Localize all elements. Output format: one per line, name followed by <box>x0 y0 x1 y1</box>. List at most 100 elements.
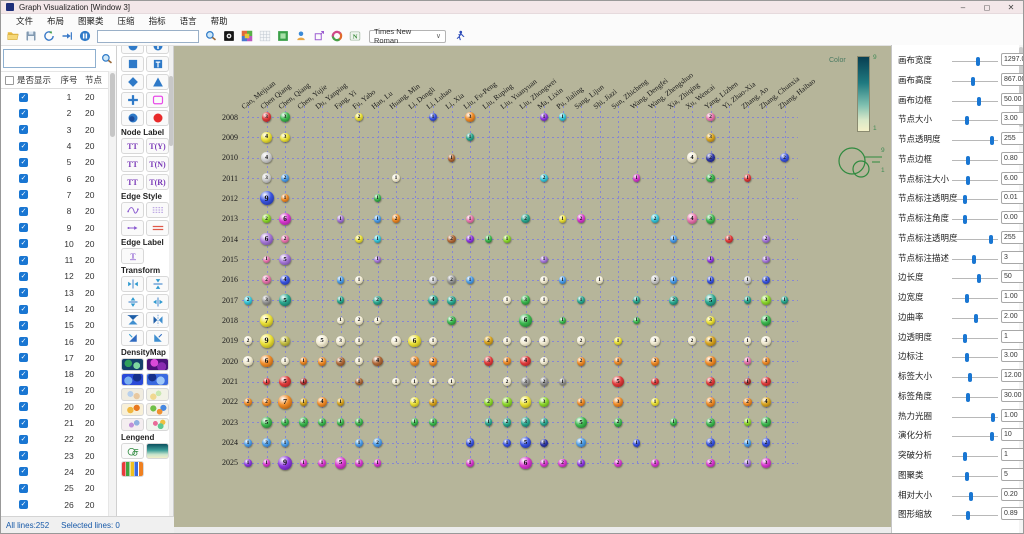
node-ball[interactable]: 4 <box>427 294 439 306</box>
node-ball[interactable]: 2 <box>539 173 549 183</box>
transform-button-5[interactable] <box>146 312 169 328</box>
row-checkbox[interactable]: ✓ <box>19 451 28 461</box>
slider-track[interactable] <box>952 57 998 66</box>
node-ball[interactable]: 1 <box>299 459 308 467</box>
node-ball[interactable]: 1 <box>669 235 678 244</box>
palette-scrollbar-thumb[interactable] <box>169 76 173 146</box>
node-ball[interactable]: 1 <box>336 316 345 325</box>
slider-thumb[interactable] <box>971 254 976 264</box>
density-map-swatch-6[interactable] <box>121 403 144 416</box>
node-ball[interactable]: 1 <box>503 235 511 244</box>
slider-track[interactable] <box>952 333 998 343</box>
node-ball[interactable]: 2 <box>373 295 382 305</box>
node-ball[interactable]: 3 <box>502 397 512 407</box>
node-ball[interactable]: 6 <box>408 334 421 348</box>
table-row[interactable]: ✓ 25 20 <box>1 480 109 496</box>
slider-value[interactable]: 12.00 <box>1001 369 1023 382</box>
slider-thumb[interactable] <box>964 471 969 481</box>
density-map-swatch-8[interactable] <box>121 418 144 431</box>
node-ball[interactable]: 3 <box>761 458 771 468</box>
row-checkbox[interactable]: ✓ <box>19 369 28 379</box>
row-checkbox[interactable]: ✓ <box>19 255 28 265</box>
node-ball[interactable]: 2 <box>521 214 530 224</box>
node-ball[interactable]: 3 <box>761 417 771 428</box>
menu-item-layout[interactable]: 布局 <box>40 15 71 27</box>
density-map-swatch-5[interactable] <box>146 388 169 401</box>
node-ball[interactable]: 1 <box>503 438 511 447</box>
node-ball[interactable]: 1 <box>447 153 456 162</box>
node-ball[interactable]: 3 <box>261 173 272 183</box>
node-ball[interactable]: 4 <box>520 335 531 347</box>
node-ball[interactable]: 1 <box>429 377 437 386</box>
node-ball[interactable]: 1 <box>336 214 345 223</box>
node-shapes-button-6[interactable] <box>121 92 144 108</box>
node-ball[interactable]: 1 <box>577 296 585 305</box>
node-ball[interactable]: 1 <box>484 235 493 244</box>
row-checkbox[interactable]: ✓ <box>19 288 28 298</box>
table-row[interactable]: ✓ 11 20 <box>1 252 109 268</box>
node-ball[interactable]: 2 <box>354 316 364 325</box>
node-ball[interactable]: 1 <box>632 438 641 447</box>
node-ball[interactable]: 1 <box>706 255 715 264</box>
menu-item-compress[interactable]: 压缩 <box>111 15 142 27</box>
node-ball[interactable]: 5 <box>612 375 624 388</box>
node-ball[interactable]: 6 <box>260 355 273 368</box>
node-ball[interactable]: 2 <box>706 173 715 183</box>
node-ball[interactable]: 1 <box>262 377 271 386</box>
toolbar-search-input[interactable] <box>97 29 199 43</box>
node-ball[interactable]: 3 <box>391 336 401 346</box>
node-ball[interactable]: 3 <box>280 112 290 122</box>
node-ball[interactable]: 2 <box>317 356 327 366</box>
node-ball[interactable]: 1 <box>743 418 752 427</box>
transform-button-4[interactable] <box>121 312 144 328</box>
table-row[interactable]: ✓ 9 20 <box>1 219 109 235</box>
node-ball[interactable]: 1 <box>318 418 326 427</box>
node-ball[interactable]: 1 <box>540 438 548 447</box>
node-ball[interactable]: 1 <box>632 296 641 305</box>
node-ball[interactable]: 2 <box>706 112 715 122</box>
node-ball[interactable]: 1 <box>262 459 271 467</box>
node-ball[interactable]: 1 <box>651 377 659 386</box>
node-ball[interactable]: 2 <box>465 438 475 447</box>
slider-thumb[interactable] <box>965 511 970 521</box>
slider-value[interactable]: 0.20 <box>1001 487 1023 501</box>
slider-thumb[interactable] <box>967 373 972 382</box>
node-ball[interactable]: 1 <box>484 418 493 427</box>
row-checkbox[interactable]: ✓ <box>19 467 28 477</box>
node-ball[interactable]: 2 <box>243 295 253 305</box>
slider-track[interactable] <box>952 195 998 205</box>
row-checkbox[interactable]: ✓ <box>19 304 28 314</box>
node-ball[interactable]: 3 <box>613 397 623 407</box>
table-row[interactable]: ✓ 7 20 <box>1 187 109 203</box>
graph-canvas[interactable]: Color 9 1 9 1 2008 2009 2010 2011 2012 2013 20… <box>174 46 891 529</box>
slider-thumb[interactable] <box>977 274 982 284</box>
node-ball[interactable]: 1 <box>558 113 567 121</box>
slider-value[interactable]: 3 <box>1001 250 1023 264</box>
node-ball[interactable]: 5 <box>334 457 347 469</box>
slider-track[interactable] <box>952 412 998 422</box>
node-ball[interactable]: 2 <box>706 458 715 468</box>
node-ball[interactable]: 2 <box>576 336 586 346</box>
node-shapes-button-8[interactable] <box>121 110 144 126</box>
node-ball[interactable]: 4 <box>372 355 383 367</box>
node-ball[interactable]: 2 <box>613 458 623 468</box>
node-ball[interactable]: 1 <box>743 438 752 447</box>
slider-thumb[interactable] <box>966 175 971 185</box>
slider-thumb[interactable] <box>973 313 978 323</box>
node-ball[interactable]: 5 <box>279 375 291 388</box>
node-shapes-button-2[interactable] <box>121 56 144 72</box>
node-ball[interactable]: 5 <box>519 436 532 449</box>
slider-track[interactable] <box>952 392 998 402</box>
canvas-color-button[interactable] <box>274 28 292 44</box>
row-checkbox[interactable]: ✓ <box>19 320 28 330</box>
node-ball[interactable]: 2 <box>502 377 512 386</box>
table-row[interactable]: ✓ 8 20 <box>1 203 109 219</box>
node-ball[interactable]: 4 <box>261 152 272 163</box>
fit-transform-button[interactable] <box>310 28 328 44</box>
slider-value[interactable]: 1297.00 <box>1001 53 1023 66</box>
node-shapes-button-7[interactable] <box>146 92 169 108</box>
refresh-button[interactable] <box>40 28 58 44</box>
row-checkbox[interactable]: ✓ <box>19 271 28 281</box>
slider-value[interactable]: 867.00 <box>1001 72 1023 86</box>
slider-track[interactable] <box>952 373 998 382</box>
